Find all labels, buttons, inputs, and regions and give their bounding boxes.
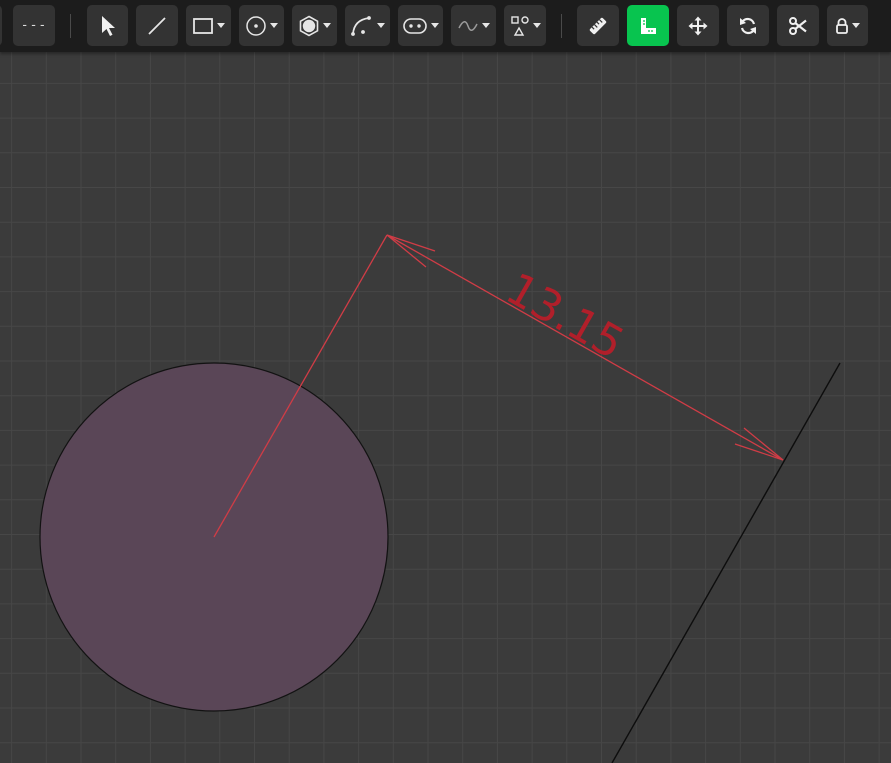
lock-icon (835, 17, 849, 35)
slot-tool-button[interactable] (398, 5, 443, 46)
arc-tool-button[interactable] (345, 5, 390, 46)
move-arrows-icon (688, 16, 708, 36)
rotate-tool-button[interactable] (727, 5, 769, 46)
circle-icon (245, 15, 267, 37)
scissors-icon (788, 16, 808, 36)
line-style-label: --- (20, 18, 48, 33)
chevron-down-icon (431, 23, 439, 28)
shapes-tool-button[interactable] (504, 5, 546, 46)
drawing-canvas[interactable]: 13.15 (0, 0, 891, 763)
dimension-value-label[interactable]: 13.15 (498, 263, 633, 370)
move-tool-button[interactable] (677, 5, 719, 46)
rectangle-tool-button[interactable] (186, 5, 231, 46)
arc-icon (350, 15, 374, 37)
spline-tool-button[interactable] (451, 5, 496, 46)
shapes-icon (510, 15, 530, 37)
chevron-down-icon (482, 23, 490, 28)
hexagon-icon (298, 15, 320, 37)
rectangle-icon (192, 17, 214, 35)
dimension-tool-button[interactable] (627, 5, 669, 46)
polygon-tool-button[interactable] (292, 5, 337, 46)
cursor-arrow-icon (99, 15, 117, 37)
chevron-down-icon (377, 23, 385, 28)
spline-icon (457, 19, 479, 33)
line-style-button[interactable]: --- (13, 5, 55, 46)
select-tool-button[interactable] (87, 5, 128, 46)
lock-tool-button[interactable] (827, 5, 868, 46)
slot-icon (402, 16, 428, 36)
toolbar-partial-button[interactable] (0, 5, 2, 46)
dimension-icon (638, 16, 658, 36)
measure-tool-button[interactable] (577, 5, 619, 46)
toolbar-divider (561, 14, 562, 38)
chevron-down-icon (323, 23, 331, 28)
circle-tool-button[interactable] (239, 5, 284, 46)
chevron-down-icon (217, 23, 225, 28)
trim-tool-button[interactable] (777, 5, 819, 46)
chevron-down-icon (852, 23, 860, 28)
rotate-icon (738, 16, 758, 36)
chevron-down-icon (270, 23, 278, 28)
line-tool-button[interactable] (136, 5, 178, 46)
chevron-down-icon (532, 23, 541, 28)
line-icon (147, 16, 167, 36)
ruler-icon (588, 16, 608, 36)
sketch-line[interactable] (611, 362, 841, 763)
toolbar: --- (0, 0, 891, 52)
toolbar-divider (70, 14, 71, 38)
